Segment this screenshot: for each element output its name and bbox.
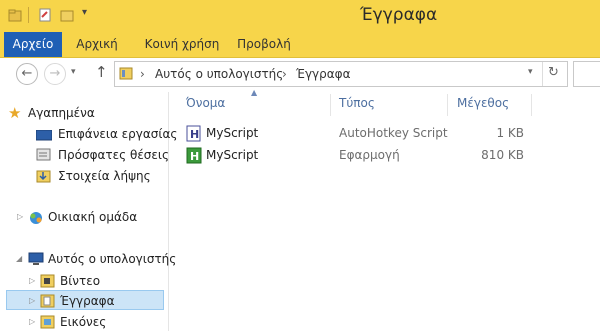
ribbon-tabs: Αρχείο Αρχική Κοινή χρήση Προβολή [0,32,600,58]
nav-label: Εικόνες [60,315,107,329]
column-header-name[interactable]: Όνομα [186,96,225,110]
refresh-icon[interactable]: ↻ [548,65,559,80]
nav-label: Στοιχεία λήψης [58,169,151,183]
back-button[interactable]: ← [16,63,38,85]
column-separator[interactable] [330,94,331,116]
tab-file[interactable]: Αρχείο [4,32,62,57]
nav-label: Αγαπημένα [28,106,95,120]
expand-arrow-icon[interactable]: ▷ [29,317,35,326]
file-name: MyScript [206,126,259,140]
file-size: 810 KB [481,148,524,162]
address-separator[interactable]: › [140,67,145,81]
nav-label: Βίντεο [60,274,101,288]
homegroup-icon [28,210,44,232]
file-size: 1 KB [496,126,524,140]
expand-arrow-icon[interactable]: ▷ [29,276,35,285]
column-header-type[interactable]: Τύπος [339,96,375,110]
file-type: AutoHotkey Script [339,126,448,140]
address-separator[interactable]: › [282,67,287,81]
qat-dropdown-icon[interactable]: ▾ [82,7,87,18]
nav-label: Έγγραφα [60,294,115,308]
address-dropdown-icon[interactable]: ▾ [528,67,533,77]
nav-documents[interactable]: Έγγραφα [40,291,160,311]
star-icon: ★ [8,104,22,122]
tab-home[interactable]: Αρχική [70,32,124,57]
nav-downloads[interactable]: Στοιχεία λήψης [36,166,166,186]
column-separator[interactable] [447,94,448,116]
expand-arrow-icon[interactable]: ▷ [29,296,35,305]
address-bar[interactable]: › Αυτός ο υπολογιστής › Έγγραφα ▾ ↻ [114,61,568,87]
address-segment-documents[interactable]: Έγγραφα [296,67,351,81]
title-bar: ▾ Έγγραφα [0,0,600,32]
nav-homegroup[interactable]: Οικιακή ομάδα [28,207,158,227]
column-separator[interactable] [531,94,532,116]
new-folder-icon[interactable] [60,8,74,22]
nav-recent[interactable]: Πρόσφατες θέσεις [36,145,170,168]
folder-icon[interactable] [8,8,22,22]
sort-ascending-icon: ▲ [251,88,258,97]
address-segment-thispc[interactable]: Αυτός ο υπολογιστής [155,67,283,81]
svg-text:H: H [190,128,199,141]
table-row[interactable]: H MyScript Εφαρμογή 810 KB [180,145,540,167]
nav-label: Πρόσφατες θέσεις [58,148,170,162]
recent-places-icon [36,148,52,168]
file-name: MyScript [206,148,259,162]
nav-videos[interactable]: Βίντεο [40,271,160,291]
nav-pictures[interactable]: Εικόνες [40,312,160,332]
table-row[interactable]: H MyScript AutoHotkey Script 1 KB [180,123,540,145]
nav-thispc[interactable]: Αυτός ο υπολογιστής [28,249,176,272]
file-type: Εφαρμογή [339,148,400,162]
ahk-exe-icon: H [186,147,202,167]
pictures-folder-icon [40,314,56,336]
search-input[interactable] [573,61,600,87]
up-button[interactable]: ↑ [95,63,108,81]
recent-locations-icon[interactable]: ▾ [71,67,76,77]
nav-favorites[interactable]: ★ Αγαπημένα [8,103,158,123]
computer-icon [28,252,44,272]
nav-desktop[interactable]: Επιφάνεια εργασίας [35,124,177,144]
nav-label: Οικιακή ομάδα [48,210,138,224]
svg-text:H: H [190,150,199,163]
nav-label: Επιφάνεια εργασίας [58,127,178,141]
expand-arrow-icon[interactable]: ▷ [17,212,23,221]
ahk-script-icon: H [186,125,202,145]
properties-icon[interactable] [38,8,52,22]
collapse-arrow-icon[interactable]: ◢ [16,254,22,263]
folder-icon [119,66,133,83]
tab-view[interactable]: Προβολή [232,32,296,57]
tab-share[interactable]: Κοινή χρήση [134,32,230,57]
nav-label: Αυτός ο υπολογιστής [48,252,177,266]
separator [542,62,543,86]
column-header-size[interactable]: Μέγεθος [457,96,509,110]
separator [28,7,29,23]
window-title: Έγγραφα [360,5,438,25]
forward-button[interactable]: → [44,63,66,85]
downloads-icon [36,168,52,190]
